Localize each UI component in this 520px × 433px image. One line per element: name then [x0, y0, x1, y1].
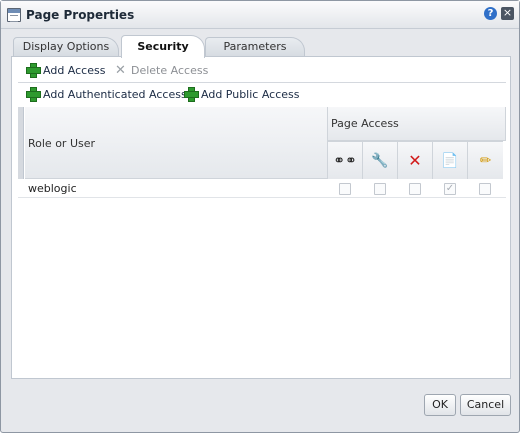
toolbar-divider	[18, 82, 506, 83]
column-header-role-or-user[interactable]: Role or User	[25, 107, 328, 179]
dialog-titlebar: Page Properties ? ×	[1, 1, 519, 29]
ok-button[interactable]: OK	[424, 394, 456, 416]
tab-security[interactable]: Security	[121, 35, 205, 58]
permission-checkbox-view[interactable]	[339, 183, 351, 195]
delete-access-button[interactable]: ✕ Delete Access	[114, 62, 208, 80]
add-access-button[interactable]: Add Access	[26, 62, 105, 80]
add-public-access-button[interactable]: Add Public Access	[184, 86, 300, 104]
permission-checkbox-manage[interactable]: ✓	[444, 183, 456, 195]
permission-checkbox-delete[interactable]	[409, 183, 421, 195]
add-icon	[26, 87, 41, 102]
column-header-page-access: Page Access	[328, 107, 506, 141]
tab-parameters[interactable]: Parameters	[205, 37, 305, 57]
dialog-title: Page Properties	[26, 8, 135, 22]
delete-x-icon: ✕	[398, 141, 433, 179]
add-icon	[184, 87, 199, 102]
edit-pencil-icon: ✏	[468, 141, 503, 179]
page-properties-dialog: Page Properties ? × Display Options Secu…	[0, 0, 520, 433]
cancel-button[interactable]: Cancel	[460, 394, 511, 416]
tab-display-options[interactable]: Display Options	[13, 37, 119, 57]
help-icon[interactable]: ?	[484, 7, 497, 20]
page-properties-icon	[7, 8, 21, 22]
access-table: Role or User Page Access ⚭⚭ 🔧 ✕ 📄 ✏ webl…	[18, 107, 506, 199]
permission-checkbox-customize[interactable]	[374, 183, 386, 195]
manage-pages-icon: 📄	[433, 141, 468, 179]
table-row-header-gutter	[18, 107, 24, 179]
tab-bar: Display Options Security Parameters	[11, 35, 511, 58]
delete-icon: ✕	[115, 63, 126, 78]
table-row[interactable]: weblogic ✓	[18, 179, 506, 198]
row-role-name: weblogic	[28, 182, 77, 195]
close-icon[interactable]: ×	[501, 7, 514, 20]
add-icon	[26, 63, 41, 78]
permission-checkbox-edit[interactable]	[479, 183, 491, 195]
security-panel: Add Access ✕ Delete Access Add Authentica…	[11, 56, 511, 379]
customize-wrench-icon: 🔧	[363, 141, 398, 179]
view-glasses-icon: ⚭⚭	[328, 141, 363, 179]
add-authenticated-access-button[interactable]: Add Authenticated Access	[26, 86, 187, 104]
